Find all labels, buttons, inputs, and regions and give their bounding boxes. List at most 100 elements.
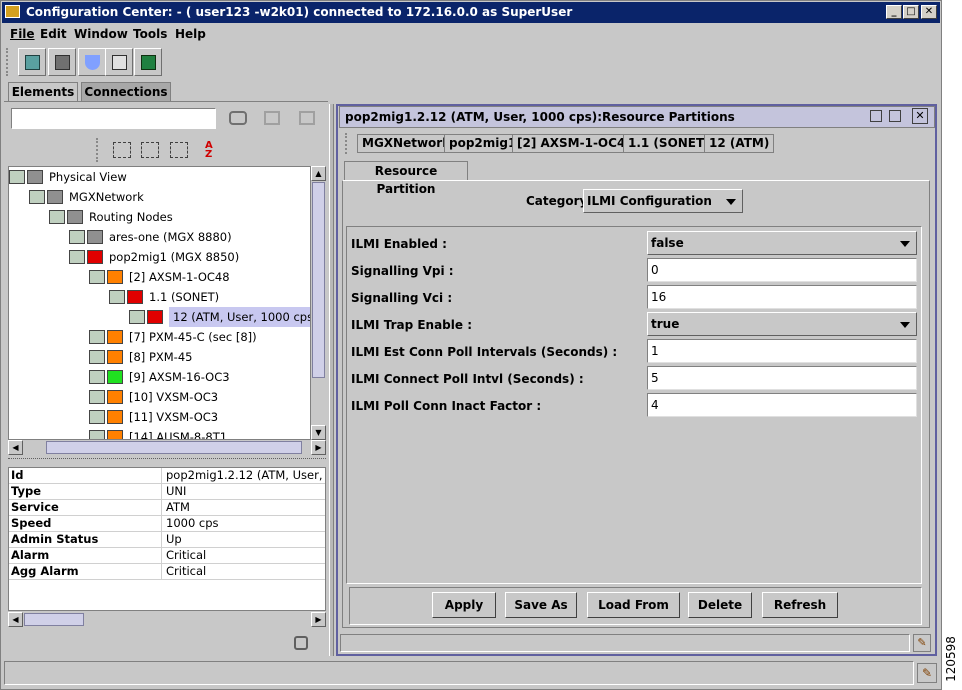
expand-all-icon[interactable] — [170, 142, 188, 158]
node-status-icon — [107, 370, 123, 384]
split-divider[interactable] — [8, 458, 326, 464]
property-key: Service — [11, 500, 59, 514]
find-next-icon[interactable] — [264, 111, 280, 125]
fields-panel: ILMI Enabled : false Signalling Vpi : 0 Sign… — [346, 226, 922, 584]
load-from-button[interactable]: Load From — [587, 592, 680, 618]
tree-hscroll-thumb[interactable] — [46, 441, 302, 454]
tree-node[interactable]: pop2mig1 (MGX 8850) — [9, 247, 310, 267]
tree-node[interactable]: ares-one (MGX 8880) — [9, 227, 310, 247]
props-hscrollbar[interactable]: ◀ ▶ — [8, 612, 326, 627]
property-value: Up — [161, 532, 325, 547]
breadcrumb-mgxnetwork[interactable]: MGXNetwork — [357, 134, 456, 153]
scroll-left-icon[interactable]: ◀ — [8, 440, 23, 455]
status-brush-icon[interactable]: ✎ — [917, 663, 937, 683]
field-input[interactable]: 16 — [647, 285, 917, 309]
refresh-button[interactable]: Refresh — [762, 592, 838, 618]
tree-node[interactable]: [14] AUSM-8-8T1 — [9, 427, 310, 439]
field-value: true — [651, 317, 680, 331]
scroll-up-icon[interactable]: ▲ — [311, 166, 326, 181]
property-value: 1000 cps — [161, 516, 325, 531]
node-status-icon — [107, 390, 123, 404]
field-input[interactable]: 5 — [647, 366, 917, 390]
tree-node[interactable]: [10] VXSM-OC3 — [9, 387, 310, 407]
property-row: Admin Status Up — [9, 532, 325, 548]
field-input[interactable]: 4 — [647, 393, 917, 417]
breadcrumb-axsm[interactable]: [2] AXSM-1-OC48 — [512, 134, 639, 153]
panel-title: pop2mig1.2.12 (ATM, User, 1000 cps):Reso… — [339, 106, 935, 128]
restore-panel-icon[interactable] — [870, 110, 882, 122]
maximize-button[interactable]: □ — [903, 5, 919, 19]
tree-node[interactable]: [9] AXSM-16-OC3 — [9, 367, 310, 387]
tree-toolbar-grip[interactable] — [96, 138, 100, 162]
close-button[interactable]: ✕ — [921, 5, 937, 19]
crumb-grip — [345, 133, 349, 154]
binoculars-icon[interactable] — [229, 111, 247, 125]
menu-tools[interactable]: Tools — [133, 27, 167, 41]
menu-edit[interactable]: Edit — [40, 27, 67, 41]
expand-tree-icon[interactable] — [141, 142, 159, 158]
tree-node[interactable]: [2] AXSM-1-OC48 — [9, 267, 310, 287]
panel-brush-icon[interactable]: ✎ — [913, 634, 931, 652]
tree-hscrollbar[interactable]: ◀ ▶ — [8, 440, 326, 455]
property-key: Speed — [11, 516, 52, 530]
tree-vscrollbar[interactable]: ▲ ▼ — [311, 166, 326, 440]
tree-node[interactable]: [7] PXM-45-C (sec [8]) — [9, 327, 310, 347]
scroll-down-icon[interactable]: ▼ — [311, 425, 326, 440]
menu-help[interactable]: Help — [175, 27, 206, 41]
configure-icon[interactable] — [48, 48, 76, 76]
props-scroll-left-icon[interactable]: ◀ — [8, 612, 23, 627]
node-status-icon — [107, 270, 123, 284]
tab-connections[interactable]: Connections — [81, 82, 171, 102]
sort-az-icon[interactable]: AZ — [205, 141, 225, 160]
tree-node[interactable]: 12 (ATM, User, 1000 cps) — [9, 307, 310, 327]
database-icon[interactable] — [294, 636, 308, 650]
field-label: ILMI Connect Poll Intvl (Seconds) : — [351, 372, 584, 386]
node-status-icon — [87, 250, 103, 264]
toolbar-grip[interactable] — [6, 48, 10, 76]
chevron-down-icon — [900, 241, 910, 247]
close-panel-icon[interactable]: ✕ — [912, 108, 928, 124]
tree-node[interactable]: Physical View — [9, 167, 310, 187]
field-input[interactable]: 0 — [647, 258, 917, 282]
find-previous-icon[interactable] — [299, 111, 315, 125]
category-select[interactable]: ILMI Configuration — [583, 189, 743, 213]
props-hscroll-thumb[interactable] — [24, 613, 84, 626]
save-as-button[interactable]: Save As — [505, 592, 577, 618]
scroll-right-icon[interactable]: ▶ — [311, 440, 326, 455]
delete-button[interactable]: Delete — [688, 592, 752, 618]
breadcrumb-sonet[interactable]: 1.1 (SONET) — [623, 134, 715, 153]
tree-node-label: Routing Nodes — [89, 210, 173, 224]
minimize-button[interactable]: _ — [886, 5, 902, 19]
tree-node[interactable]: [8] PXM-45 — [9, 347, 310, 367]
copy-icon[interactable] — [105, 48, 133, 76]
tree-vscroll-thumb[interactable] — [312, 182, 325, 378]
tree-node[interactable]: 1.1 (SONET) — [9, 287, 310, 307]
tree-node[interactable]: Routing Nodes — [9, 207, 310, 227]
node-status-icon — [27, 170, 43, 184]
menu-window[interactable]: Window — [74, 27, 128, 41]
tree-node-label: ares-one (MGX 8880) — [109, 230, 232, 244]
node-type-icon — [89, 270, 105, 284]
field-label: ILMI Est Conn Poll Intervals (Seconds) : — [351, 345, 618, 359]
tab-resource-partition[interactable]: Resource Partition — [344, 161, 468, 196]
app-icon — [5, 5, 20, 18]
field-input[interactable]: 1 — [647, 339, 917, 363]
tree-node[interactable]: [11] VXSM-OC3 — [9, 407, 310, 427]
breadcrumb-atm[interactable]: 12 (ATM) — [704, 134, 775, 153]
search-input[interactable] — [11, 108, 216, 129]
tab-elements[interactable]: Elements — [8, 82, 78, 102]
shield-icon[interactable] — [78, 48, 106, 76]
detach-panel-icon[interactable] — [889, 110, 901, 122]
pane-splitter[interactable] — [329, 104, 334, 656]
apply-button[interactable]: Apply — [432, 592, 496, 618]
tree-node-label: [7] PXM-45-C (sec [8]) — [129, 330, 257, 344]
props-scroll-right-icon[interactable]: ▶ — [311, 612, 326, 627]
cube-icon[interactable] — [18, 48, 46, 76]
collapse-tree-icon[interactable] — [113, 142, 131, 158]
menu-file[interactable]: File — [10, 27, 35, 41]
field-select[interactable]: true — [647, 312, 917, 336]
door-icon[interactable] — [134, 48, 162, 76]
tree-node[interactable]: MGXNetwork — [9, 187, 310, 207]
field-select[interactable]: false — [647, 231, 917, 255]
breadcrumb-pop2mig1[interactable]: pop2mig1 — [444, 134, 522, 153]
